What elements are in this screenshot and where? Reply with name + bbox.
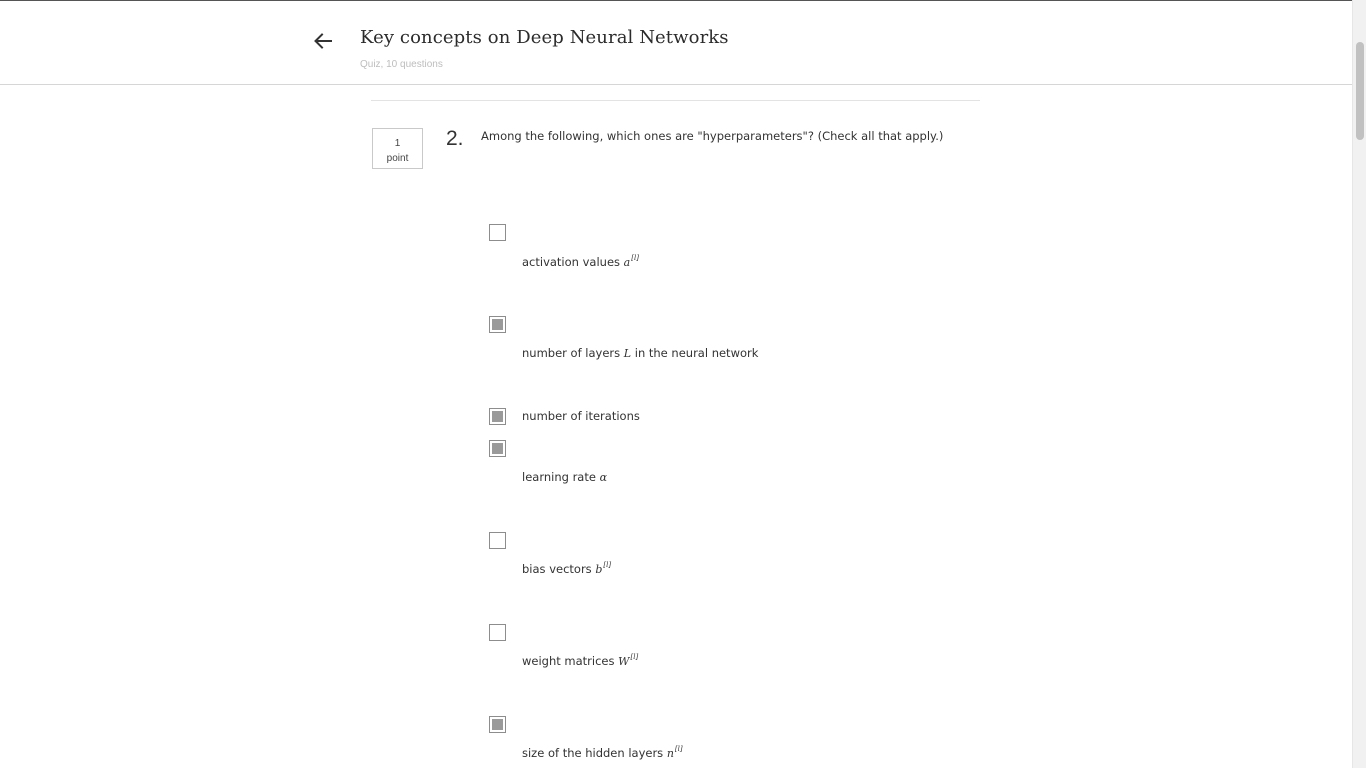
scrollbar-thumb[interactable] bbox=[1356, 42, 1364, 140]
option-label: learning rate α bbox=[522, 470, 608, 484]
question-text: Among the following, which ones are "hyp… bbox=[481, 129, 944, 143]
points-badge: 1 point bbox=[372, 128, 423, 169]
back-button[interactable] bbox=[310, 27, 336, 55]
option-checkbox[interactable] bbox=[489, 440, 506, 457]
option-checkbox[interactable] bbox=[489, 624, 506, 641]
quiz-title: Key concepts on Deep Neural Networks bbox=[360, 27, 729, 48]
quiz-header: Key concepts on Deep Neural Networks Qui… bbox=[0, 1, 1352, 85]
points-value: 1 bbox=[394, 138, 401, 149]
option-label: size of the hidden layers n[l] bbox=[522, 745, 683, 760]
option-label: activation values a[l] bbox=[522, 254, 639, 269]
option-checkbox[interactable] bbox=[489, 408, 506, 425]
option-label: number of iterations bbox=[522, 409, 640, 423]
section-divider bbox=[371, 100, 980, 101]
option-checkbox[interactable] bbox=[489, 532, 506, 549]
points-unit: point bbox=[386, 153, 409, 164]
question-number: 2. bbox=[446, 127, 464, 150]
vertical-scrollbar[interactable] bbox=[1352, 0, 1366, 768]
option-checkbox[interactable] bbox=[489, 716, 506, 733]
option-label: weight matrices W[l] bbox=[522, 653, 639, 668]
option-checkbox[interactable] bbox=[489, 224, 506, 241]
arrow-left-icon bbox=[314, 33, 332, 49]
option-label: bias vectors b[l] bbox=[522, 561, 612, 576]
quiz-subtitle: Quiz, 10 questions bbox=[360, 59, 443, 70]
option-label: number of layers L in the neural network bbox=[522, 346, 759, 360]
option-checkbox[interactable] bbox=[489, 316, 506, 333]
